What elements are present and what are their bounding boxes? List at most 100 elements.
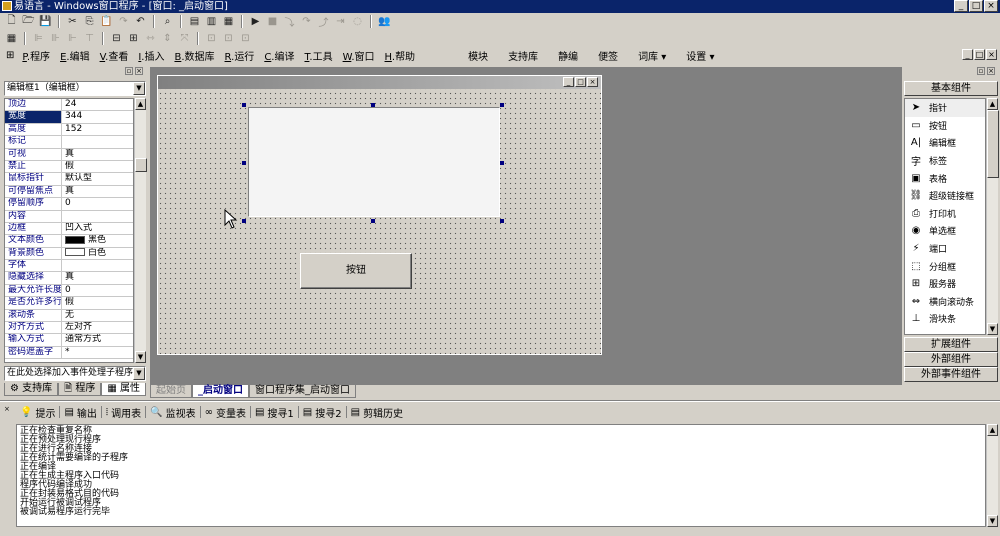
menu-settings[interactable]: 设置 ▾ (676, 48, 724, 63)
menu-tools[interactable]: T.工具 (299, 48, 337, 63)
layout2-icon[interactable]: ▥ (204, 14, 219, 28)
scroll-down-icon[interactable]: ▼ (135, 351, 146, 363)
output-tab[interactable]: ▤ 搜寻2 (299, 405, 346, 420)
resize-handle[interactable] (500, 161, 504, 165)
component-item[interactable]: ⬚ 分组框 (905, 257, 985, 275)
property-row[interactable]: 可视真 (5, 148, 133, 161)
event-selector[interactable]: 在此处选择加入事件处理子程序 ▼ (4, 366, 146, 381)
same-size-icon[interactable]: ⤧ (177, 31, 192, 45)
run-icon[interactable]: ▶ (248, 14, 263, 28)
component-item[interactable]: ⇔ 横向滚动条 (905, 293, 985, 311)
resize-handle[interactable] (242, 219, 246, 223)
space-v-icon[interactable]: ⊡ (221, 31, 236, 45)
space-h-icon[interactable]: ⊡ (204, 31, 219, 45)
output-tab[interactable]: 💡 提示 (16, 405, 59, 420)
resize-handle[interactable] (242, 103, 246, 107)
property-value[interactable] (62, 211, 133, 222)
component-item[interactable]: ⊞ 服务器 (905, 275, 985, 293)
maximize-button[interactable]: □ (969, 0, 983, 12)
layout1-icon[interactable]: ▤ (187, 14, 202, 28)
property-value[interactable]: 0 (62, 198, 133, 209)
output-tab[interactable]: ∞ 变量表 (201, 405, 250, 420)
property-value[interactable]: 通常方式 (62, 334, 133, 345)
output-panel-close[interactable]: × (4, 406, 12, 413)
group-basic-components[interactable]: 基本组件 (904, 81, 998, 96)
component-item[interactable]: ➤ 指针 (905, 99, 985, 117)
step-into-icon[interactable]: ⤵ (282, 14, 297, 29)
property-value[interactable]: * (62, 347, 133, 358)
component-item[interactable]: ⊥ 滑块条 (905, 310, 985, 328)
property-value[interactable] (62, 260, 133, 271)
align-center-icon[interactable]: ⊪ (48, 31, 63, 45)
step-out-icon[interactable]: ⤴ (316, 14, 331, 29)
property-row[interactable]: 高度 152 (5, 123, 133, 137)
group-external-components[interactable]: 外部组件 (904, 352, 998, 367)
editbox-control[interactable] (248, 107, 500, 217)
scroll-thumb[interactable] (135, 158, 147, 172)
property-value[interactable]: 假 (62, 161, 133, 172)
property-value[interactable]: 152 (62, 124, 133, 135)
resize-handle[interactable] (500, 103, 504, 107)
resize-handle[interactable] (242, 161, 246, 165)
tab-program[interactable]: 🗎 程序 (58, 383, 102, 396)
form-minimize-button[interactable]: _ (563, 77, 574, 87)
menu-modules[interactable]: 模块 (458, 48, 498, 63)
component-item[interactable]: ◉ 单选框 (905, 222, 985, 240)
component-item[interactable]: ⚡ 端口 (905, 240, 985, 258)
property-row[interactable]: 文本颜色 黑色 (5, 235, 133, 248)
property-value[interactable]: 真 (62, 149, 133, 160)
resize-handle[interactable] (371, 103, 375, 107)
scroll-thumb[interactable] (987, 110, 999, 178)
menu-support-lib[interactable]: 支持库 (498, 48, 548, 63)
group-extended-components[interactable]: 扩展组件 (904, 337, 998, 352)
output-tab[interactable]: ▤ 输出 (60, 405, 100, 420)
property-value[interactable]: 假 (62, 297, 133, 308)
tab-properties[interactable]: ▦ 属性 (101, 383, 147, 396)
output-scrollbar[interactable]: ▲ ▼ (986, 424, 998, 527)
component-item[interactable]: ▣ 表格 (905, 169, 985, 187)
copy-icon[interactable]: ⎘ (82, 14, 97, 28)
menu-database[interactable]: B.数据库 (169, 48, 219, 63)
tab-startup-window[interactable]: _启动窗口 (192, 385, 249, 398)
space-even-icon[interactable]: ⊡ (238, 31, 253, 45)
property-row[interactable]: 输入方式 通常方式 (5, 334, 133, 347)
property-row[interactable]: 顶边 24 (5, 99, 133, 112)
component-scrollbar[interactable]: ▲ ▼ (986, 98, 999, 335)
help-icon[interactable]: 👥 (377, 14, 392, 28)
property-row[interactable]: 字体 (5, 260, 133, 273)
property-row[interactable]: 最大允许长度 0 (5, 284, 133, 298)
output-tab[interactable]: ▤ 剪辑历史 (347, 405, 407, 420)
chevron-down-icon[interactable]: ▼ (133, 82, 145, 95)
save-icon[interactable]: 💾 (38, 14, 53, 28)
run-to-cursor-icon[interactable]: ⇥ (333, 14, 348, 28)
property-value[interactable]: 凹入式 (62, 223, 133, 234)
same-width-icon[interactable]: ⇿ (143, 31, 158, 45)
property-row[interactable]: 宽度 344 (5, 111, 133, 124)
scroll-up-icon[interactable]: ▲ (135, 98, 146, 110)
property-row[interactable]: 密码遮盖字 * (5, 346, 133, 360)
property-value[interactable]: 真 (62, 272, 133, 283)
menu-edit[interactable]: E.编辑 (55, 48, 95, 63)
property-value[interactable]: 24 (62, 99, 133, 110)
property-value[interactable]: 默认型 (62, 173, 133, 184)
resize-handle[interactable] (371, 219, 375, 223)
mdi-close-button[interactable]: × (986, 49, 997, 60)
property-value[interactable]: 真 (62, 186, 133, 197)
component-item[interactable]: 字标签 (905, 152, 985, 170)
property-row[interactable]: 鼠标指针 默认型 (5, 173, 133, 186)
align-left-icon[interactable]: ⊫ (31, 31, 46, 45)
form-window[interactable]: _ □ × 按钮 (157, 75, 602, 355)
mdi-restore-button[interactable]: □ (974, 49, 985, 60)
property-scrollbar[interactable]: ▲ ▼ (134, 98, 147, 363)
menu-notes[interactable]: 便签 (588, 48, 628, 63)
align-top-icon[interactable]: ⊤ (82, 31, 97, 45)
panel-pin-button[interactable]: ▫ (125, 67, 133, 75)
property-row[interactable]: 是否允许多行假 (5, 297, 133, 310)
component-item[interactable]: ⎙ 打印机 (905, 205, 985, 223)
layout3-icon[interactable]: ▦ (221, 14, 236, 28)
property-row[interactable]: 内容 (5, 210, 133, 223)
cut-icon[interactable]: ✂ (65, 14, 80, 28)
form-close-button[interactable]: × (587, 77, 598, 87)
object-selector[interactable]: 编辑框1（编辑框） ▼ (4, 81, 146, 96)
tab-window-assembly[interactable]: 窗口程序集_启动窗口 (249, 385, 356, 398)
